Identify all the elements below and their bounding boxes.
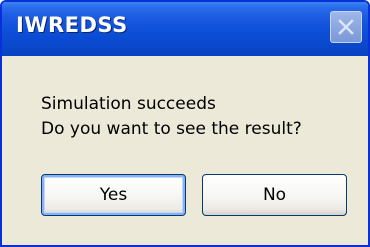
window-title: IWREDSS	[16, 13, 128, 37]
title-bar[interactable]: IWREDSS	[2, 2, 368, 56]
message-line-2: Do you want to see the result?	[41, 119, 302, 139]
message-text: Simulation succeeds Do you want to see t…	[41, 92, 302, 142]
message-line-1: Simulation succeeds	[41, 94, 216, 114]
yes-button[interactable]: Yes	[41, 174, 186, 216]
close-icon	[338, 19, 354, 35]
no-button[interactable]: No	[202, 174, 347, 216]
close-button[interactable]	[330, 11, 362, 43]
message-dialog: IWREDSS Simulation succeeds Do you want …	[0, 0, 370, 247]
